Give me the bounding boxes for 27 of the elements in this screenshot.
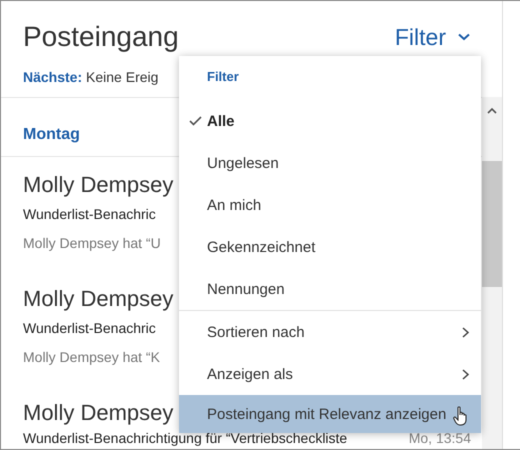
- message-subject: Wunderlist-Benachric: [23, 320, 156, 336]
- menu-item[interactable]: Nennungen: [179, 268, 481, 310]
- sender-name: Molly Dempsey: [23, 285, 174, 313]
- sender-name: Molly Dempsey: [23, 399, 174, 427]
- menu-item[interactable]: Sortieren nach: [179, 311, 481, 353]
- hand-cursor-icon: [453, 406, 469, 426]
- scroll-up-icon[interactable]: [487, 107, 497, 114]
- menu-item[interactable]: An mich: [179, 184, 481, 226]
- sender-name: Molly Dempsey: [23, 171, 174, 199]
- message-preview: Molly Dempsey hat “K: [23, 348, 160, 367]
- message-subject: Wunderlist-Benachric: [23, 206, 156, 222]
- menu-item[interactable]: Alle: [179, 100, 481, 142]
- menu-item[interactable]: Gekennzeichnet: [179, 226, 481, 268]
- chevron-right-icon: [462, 326, 469, 338]
- day-heading: Montag: [23, 126, 80, 143]
- inbox-title: Posteingang: [23, 21, 179, 53]
- menu-item[interactable]: Anzeigen als: [179, 353, 481, 395]
- filter-button[interactable]: Filter: [394, 24, 470, 50]
- checkmark-icon: [189, 116, 202, 126]
- menu-item[interactable]: Ungelesen: [179, 142, 481, 184]
- scroll-thumb[interactable]: [482, 161, 502, 287]
- chevron-right-icon: [462, 368, 469, 380]
- chevron-down-icon: [458, 33, 470, 41]
- menu-heading: Filter: [206, 68, 240, 86]
- scrollbar[interactable]: [482, 97, 502, 449]
- menu-item[interactable]: Posteingang mit Relevanz anzeigen: [179, 395, 481, 433]
- message-preview: Molly Dempsey hat “U: [23, 234, 161, 253]
